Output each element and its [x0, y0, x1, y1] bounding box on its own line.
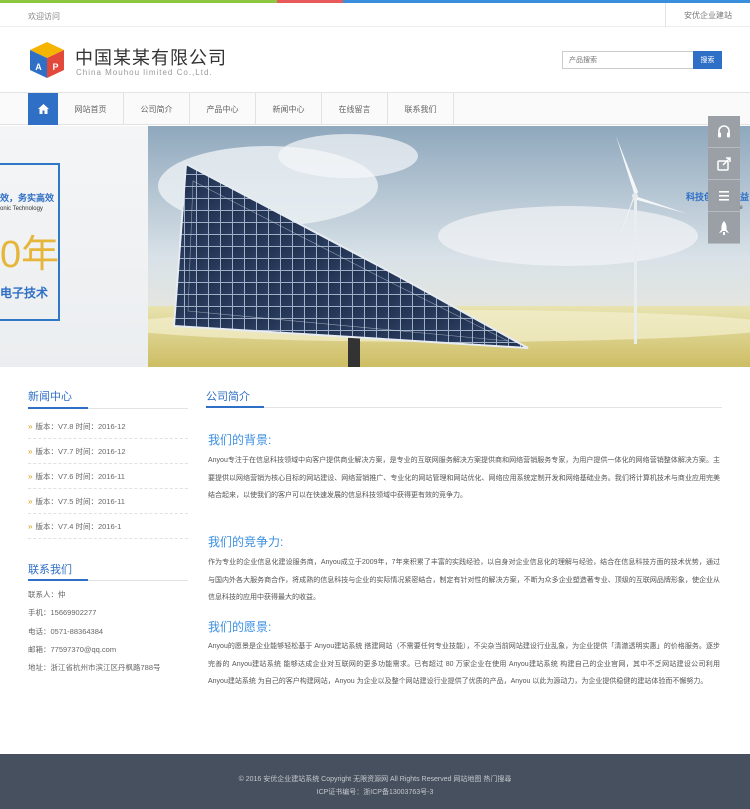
section-heading-background: 我们的背景: [208, 433, 272, 447]
nav-item-products[interactable]: 产品中心 [190, 93, 256, 125]
section-text-background: Anyou专注于在信息科技领域中向客户提供商业解决方案，是专业的互联网服务解决方… [208, 457, 720, 500]
section-heading-competitiveness: 我们的竞争力: [208, 535, 284, 549]
contact-mobile: 手机：15669902277 [28, 608, 97, 617]
logo-icon[interactable]: A P [28, 40, 66, 80]
news-title[interactable]: 新闻中心 [28, 388, 72, 404]
banner[interactable]: 效，务实高效 onic Technology 0年 电子技术 [0, 126, 750, 367]
section-text-competitiveness: 作为专业的企业信息化建设服务商，Anyou成立于2009年，7年来积累了丰富的实… [208, 559, 720, 602]
welcome-text: 欢迎访问 [28, 12, 60, 21]
news-item[interactable]: » 版本：V7.4 时间：2016-1 [28, 514, 188, 539]
news-item-text: 版本：V7.7 时间：2016-12 [35, 446, 126, 456]
home-link[interactable]: 安优企业建站 [665, 3, 750, 27]
double-arrow-icon: » [28, 471, 33, 481]
contact-title-underline [28, 579, 88, 581]
news-item[interactable]: » 版本：V7.7 时间：2016-12 [28, 439, 188, 464]
section-text-vision: Anyou的愿景是企业能够轻松基于 Anyou建站系统 搭建网站（不需要任何专业… [208, 643, 720, 686]
footer: © 2016 安优企业建站系统 Copyright 无限资源网 All Righ… [0, 754, 750, 809]
banner-solar-image [148, 126, 750, 367]
banner-left-panel: 效，务实高效 onic Technology 0年 电子技术 [0, 126, 148, 367]
nav-item-home[interactable]: 网站首页 [58, 93, 124, 125]
section-heading-vision: 我们的愿景: [208, 620, 272, 634]
footer-icp[interactable]: ICP证书编号：浙ICP备13003763号-3 [0, 787, 750, 797]
nav-item-message[interactable]: 在线留言 [322, 93, 388, 125]
contact-person: 联系人：仲 [28, 590, 66, 599]
double-arrow-icon: » [28, 446, 33, 456]
news-item-text: 版本：V7.8 时间：2016-12 [35, 421, 126, 431]
main-title-line [206, 407, 722, 408]
nav-home-button[interactable] [28, 93, 58, 125]
footer-copyright[interactable]: © 2016 安优企业建站系统 Copyright 无限资源网 All Righ… [0, 774, 750, 784]
double-arrow-icon: » [28, 421, 33, 431]
tool-customer-service[interactable] [708, 116, 740, 148]
news-item[interactable]: » 版本：V7.5 时间：2016-11 [28, 489, 188, 514]
banner-slogan-cn: 效，务实高效 [0, 193, 55, 203]
tool-list[interactable] [708, 180, 740, 212]
nav-item-news[interactable]: 新闻中心 [256, 93, 322, 125]
double-arrow-icon: » [28, 521, 33, 531]
welcome-row: 欢迎访问 安优企业建站 [0, 3, 750, 27]
news-title-underline [28, 407, 88, 409]
contact-title[interactable]: 联系我们 [28, 561, 72, 577]
company-name-en: China Mouhou limited Co.,Ltd. [76, 68, 213, 77]
search-input[interactable] [562, 51, 693, 69]
share-icon [717, 156, 731, 171]
news-item[interactable]: » 版本：V7.8 时间：2016-12 [28, 414, 188, 439]
logo-letter-p: P [52, 62, 58, 72]
home-icon [37, 104, 49, 114]
contact-phone: 电话：0571-88364384 [28, 627, 104, 636]
banner-big-tech: 电子技术 [0, 286, 49, 300]
tool-share[interactable] [708, 148, 740, 180]
contact-email[interactable]: 邮箱：77597370@qq.com [28, 644, 116, 655]
double-arrow-icon: » [28, 496, 33, 506]
news-item-text: 版本：V7.4 时间：2016-1 [35, 521, 122, 531]
tool-back-to-top[interactable] [708, 212, 740, 244]
news-item-text: 版本：V7.5 时间：2016-11 [35, 496, 125, 506]
company-name-cn: 中国某某有限公司 [75, 48, 227, 68]
news-item[interactable]: » 版本：V7.6 时间：2016-11 [28, 464, 188, 489]
banner-big-year: 0年 [0, 234, 60, 276]
list-icon [719, 190, 729, 201]
main-title-underline [206, 406, 264, 408]
contact-address: 地址：浙江省杭州市滨江区丹枫路788号 [28, 663, 161, 672]
logo-letter-a: A [35, 62, 42, 72]
nav-item-contact[interactable]: 联系我们 [388, 93, 454, 125]
main-nav: 网站首页 公司简介 产品中心 新闻中心 在线留言 联系我们 [0, 92, 750, 125]
nav-item-about[interactable]: 公司简介 [124, 93, 190, 125]
main-title: 公司简介 [206, 391, 250, 403]
search-button[interactable]: 搜索 [693, 51, 722, 69]
news-item-text: 版本：V7.6 时间：2016-11 [35, 471, 125, 481]
side-toolbar [708, 116, 740, 244]
rocket-icon [719, 220, 729, 235]
headset-icon [718, 124, 730, 137]
banner-slogan-en: onic Technology [0, 206, 43, 212]
